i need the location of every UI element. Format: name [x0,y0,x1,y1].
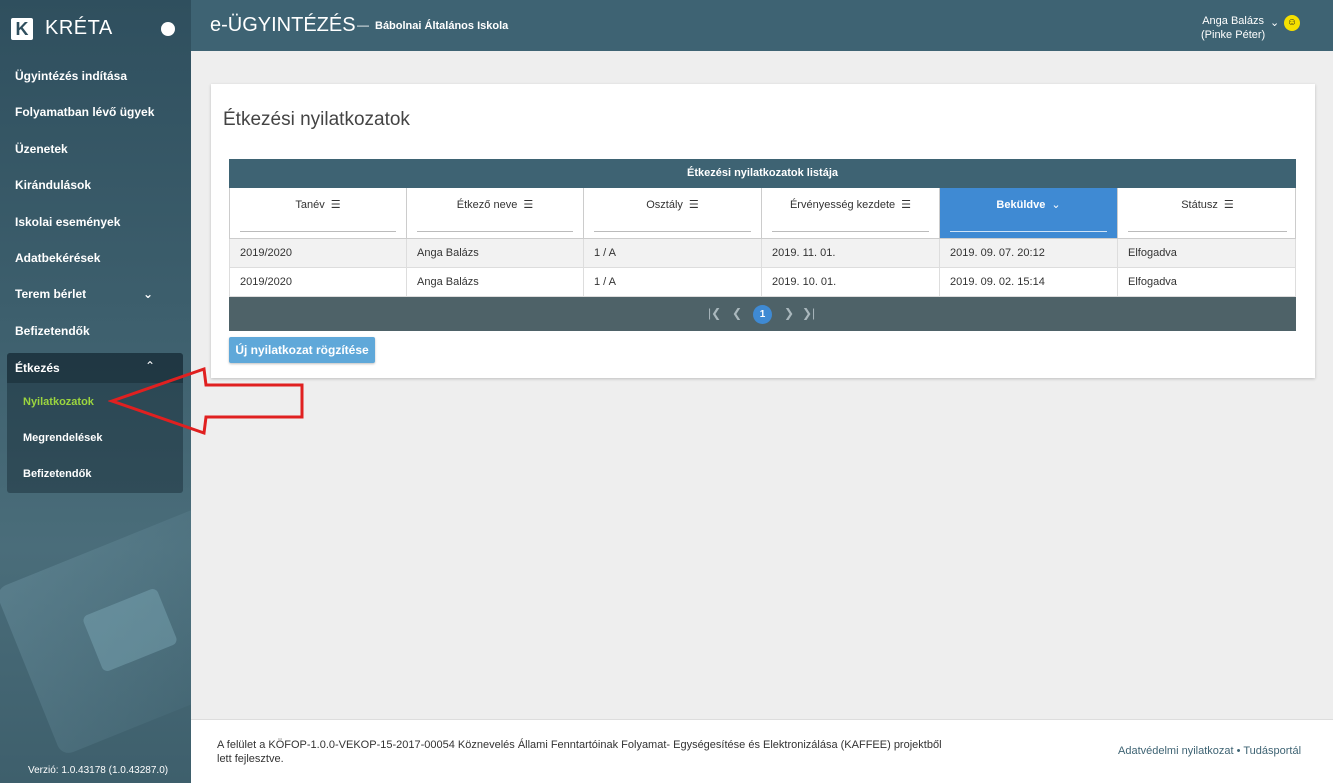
last-page-icon[interactable]: ❯| [802,306,815,320]
sidebar-subitem-nyilatkozatok[interactable]: Nyilatkozatok [23,396,94,408]
version-label: Verzió: 1.0.43178 (1.0.43287.0) [28,765,169,776]
school-name: Bábolnai Általános Iskola [375,20,509,32]
title-separator: — [357,18,369,32]
sidebar-item-adatbekeresek[interactable]: Adatbekérések [0,240,191,276]
footer-link-separator: • [1236,745,1241,757]
column-header-label: Étkező neve [456,199,518,211]
sidebar-subitem-befizetendok[interactable]: Befizetendők [23,468,91,480]
column-header-tanev[interactable]: Tanév ☰ [230,188,407,238]
column-header-label: Érvényesség kezdete [789,199,896,211]
column-filter-input[interactable] [417,231,573,232]
footer-links: Adatvédelmi nyilatkozat • Tudásportál [1118,745,1301,757]
table-cell: 2019. 09. 07. 20:12 [940,239,1118,267]
sidebar-item-label: Kirándulások [15,178,92,193]
sort-icon: ☰ [688,199,699,211]
knowledge-portal-link[interactable]: Tudásportál [1243,745,1301,757]
table-cell: Anga Balázs [407,268,584,296]
table-cell: 2019/2020 [230,268,407,296]
accessibility-icon[interactable]: ☺ [1284,15,1300,31]
sidebar-item-label: Iskolai események [15,214,121,229]
sort-icon: ☰ [1223,199,1234,211]
sidebar-item-uzenetek[interactable]: Üzenetek [0,131,191,167]
footer: A felület a KÖFOP-1.0.0-VEKOP-15-2017-00… [191,719,1333,783]
sidebar-item-ugyintezes-inditasa[interactable]: Ügyintézés indítása [0,58,191,94]
table-cell: 2019. 10. 01. [762,268,940,296]
main-card: Étkezési nyilatkozatok Étkezési nyilatko… [211,84,1315,378]
table-cell: 2019. 11. 01. [762,239,940,267]
app-title: e-ÜGYINTÉZÉS [210,14,356,36]
table-cell: 1 / A [584,239,762,267]
column-header-label: Státusz [1181,199,1218,211]
sidebar-item-label: Befizetendők [15,323,90,338]
user-menu[interactable]: Anga Balázs (Pinke Péter) [1201,14,1265,42]
sidebar-item-label: Ügyintézés indítása [15,69,128,83]
kreta-logo-icon: K [11,18,33,40]
page-title: Étkezési nyilatkozatok [223,109,410,130]
chevron-down-icon: ⌄ [142,287,153,302]
chevron-down-icon[interactable]: ⌄ [1270,16,1279,29]
column-header-ervenyesseg[interactable]: Érvényesség kezdete ☰ [762,188,940,238]
column-header-etkezo-neve[interactable]: Étkező neve ☰ [407,188,584,238]
annotation-arrow-icon [108,366,304,436]
previous-page-icon[interactable]: ❮ [732,306,742,320]
user-sub: (Pinke Péter) [1201,29,1266,41]
grid-header: Tanév ☰ Étkező neve ☰ Osztály ☰ Érvényesség… [229,188,1296,239]
column-filter-input[interactable] [950,231,1107,232]
sidebar-item-label: Étkezés [15,361,60,375]
column-header-statusz[interactable]: Státusz ☰ [1118,188,1297,238]
pager: |❮ ❮ 1 ❯ ❯| [229,297,1296,331]
grid-caption: Étkezési nyilatkozatok listája [229,159,1296,188]
sidebar-item-label: Üzenetek [15,141,68,156]
user-name: Anga Balázs [1202,15,1264,27]
table-cell: 1 / A [584,268,762,296]
column-filter-input[interactable] [772,231,929,232]
sidebar-item-iskolai-esemenyek[interactable]: Iskolai események [0,204,191,240]
table-row[interactable]: 2019/2020 Anga Balázs 1 / A 2019. 10. 01… [229,268,1296,297]
sidebar-toggle-icon[interactable] [161,22,175,36]
column-filter-input[interactable] [1128,231,1287,232]
column-header-osztaly[interactable]: Osztály ☰ [584,188,762,238]
sidebar-item-label: Folyamatban lévő ügyek [15,105,155,120]
table-row[interactable]: 2019/2020 Anga Balázs 1 / A 2019. 11. 01… [229,239,1296,268]
privacy-link[interactable]: Adatvédelmi nyilatkozat [1118,745,1234,757]
sidebar-item-terem-berlet[interactable]: Terem bérlet ⌄ [0,276,191,312]
column-header-bekuldve[interactable]: Beküldve ⌄ [940,188,1118,238]
column-filter-input[interactable] [240,231,396,232]
sort-icon: ☰ [523,199,534,211]
first-page-icon[interactable]: |❮ [708,306,721,320]
sort-icon: ☰ [330,199,341,211]
column-header-label: Beküldve [996,199,1046,211]
footer-text: A felület a KÖFOP-1.0.0-VEKOP-15-2017-00… [217,739,942,765]
column-filter-input[interactable] [594,231,751,232]
column-header-label: Tanév [295,199,325,211]
table-cell: 2019. 09. 02. 15:14 [940,268,1118,296]
page-number-current[interactable]: 1 [753,305,772,324]
brand[interactable]: K KRÉTA [0,0,191,58]
top-header: e-ÜGYINTÉZÉS — Bábolnai Általános Iskola… [191,0,1333,51]
table-cell: Elfogadva [1128,276,1177,288]
sidebar-item-kirandulasok[interactable]: Kirándulások [0,167,191,203]
table-cell: 2019/2020 [230,239,407,267]
table-cell: Anga Balázs [407,239,584,267]
sidebar-item-befizetendok[interactable]: Befizetendők [0,313,191,349]
sidebar-menu: Ügyintézés indítása Folyamatban lévő ügy… [0,58,191,349]
column-header-label: Osztály [646,199,683,211]
sidebar-item-label: Terem bérlet [15,287,87,302]
sort-desc-icon: ⌄ [1051,199,1061,211]
table-cell: Elfogadva [1128,247,1177,259]
sidebar-subitem-megrendelesek[interactable]: Megrendelések [23,432,102,444]
sort-icon: ☰ [901,199,912,211]
sidebar-item-label: Adatbekérések [15,250,101,265]
brand-name: KRÉTA [45,17,113,39]
next-page-icon[interactable]: ❯ [784,306,794,320]
sidebar-item-folyamatban[interactable]: Folyamatban lévő ügyek [0,94,191,130]
add-declaration-button[interactable]: Új nyilatkozat rögzítése [229,337,375,363]
